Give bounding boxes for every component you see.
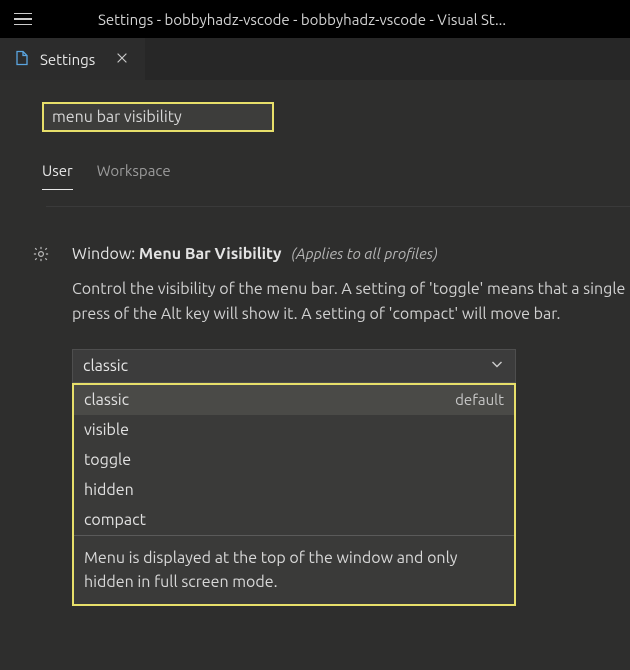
close-icon[interactable] [113,49,131,70]
option-toggle[interactable]: toggle [74,445,514,475]
editor-tabs: Settings [0,38,630,80]
option-hidden[interactable]: hidden [74,475,514,505]
file-icon [14,50,30,69]
search-input[interactable] [42,102,274,132]
setting-description: Control the visibility of the menu bar. … [72,277,630,327]
chevron-down-icon [489,356,505,376]
option-classic[interactable]: classic default [74,385,514,415]
option-label: toggle [84,451,131,469]
setting-item: Window: Menu Bar Visibility (Applies to … [42,245,630,606]
option-visible[interactable]: visible [74,415,514,445]
option-compact[interactable]: compact [74,505,514,535]
option-label: compact [84,511,146,529]
settings-content: User Workspace Window: Menu Bar Visibili… [0,80,630,670]
dropdown: classic default visible toggle hidden co… [72,383,516,606]
select-box[interactable]: classic [72,349,516,383]
gear-icon[interactable] [32,245,50,266]
menu-icon[interactable] [8,4,38,34]
setting-title: Window: Menu Bar Visibility [72,245,285,263]
tab-label: Settings [40,51,95,68]
scope-tabs: User Workspace [42,162,630,190]
option-label: hidden [84,481,134,499]
scope-workspace[interactable]: Workspace [97,162,171,190]
option-description: Menu is displayed at the top of the wind… [74,535,514,604]
setting-name: Menu Bar Visibility [139,245,282,263]
scope-user[interactable]: User [42,162,73,190]
setting-applies: (Applies to all profiles) [291,245,437,262]
option-default: default [455,391,504,409]
divider [46,206,630,207]
titlebar: Settings - bobbyhadz-vscode - bobbyhadz-… [0,0,630,38]
setting-prefix: Window: [72,245,139,263]
tab-settings[interactable]: Settings [0,38,145,80]
option-label: visible [84,421,129,439]
select-value: classic [83,357,128,375]
option-label: classic [84,391,129,409]
window-title: Settings - bobbyhadz-vscode - bobbyhadz-… [98,11,622,28]
